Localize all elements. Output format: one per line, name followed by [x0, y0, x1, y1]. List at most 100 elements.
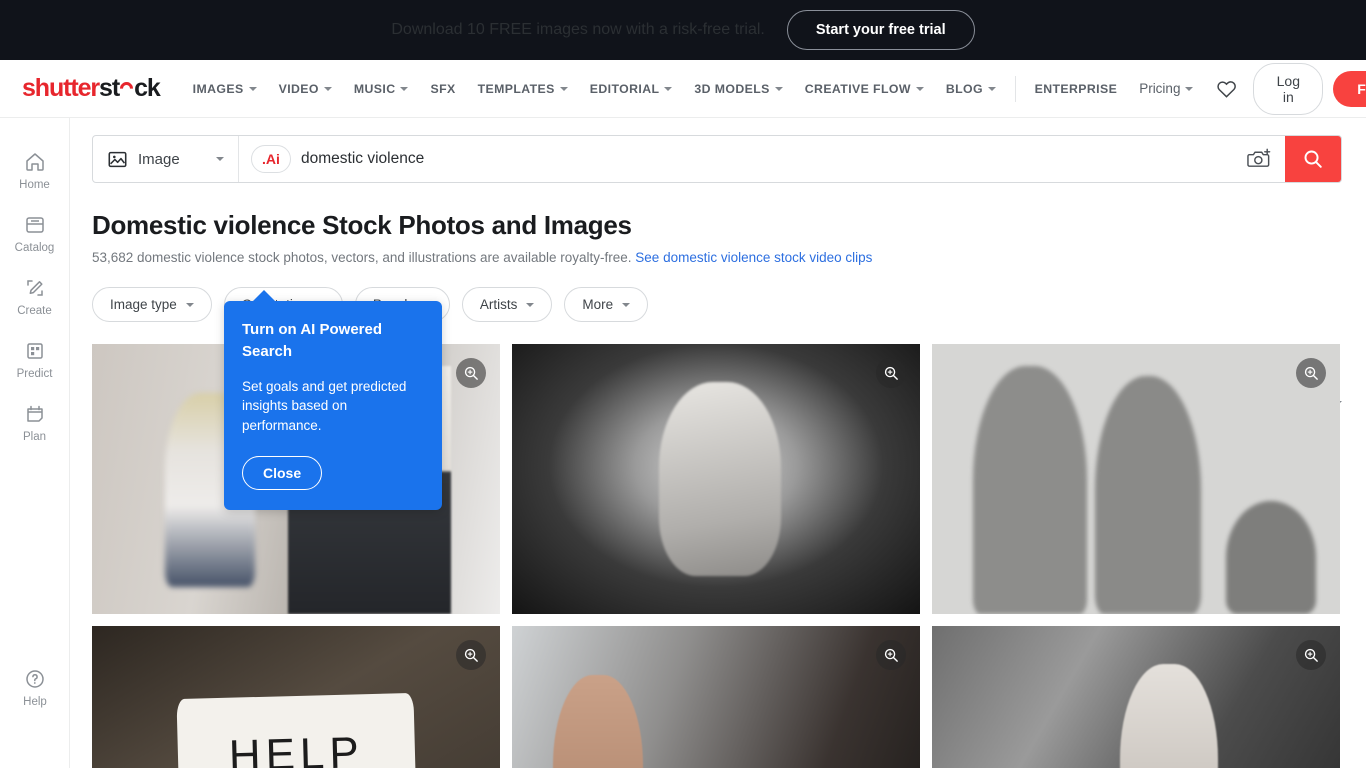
- chevron-down-icon: [664, 86, 673, 91]
- main-content: Image .Ai Domestic violenc: [70, 118, 1366, 768]
- promo-banner: Download 10 FREE images now with a risk-…: [0, 0, 1366, 60]
- zoom-in-icon[interactable]: [876, 640, 906, 670]
- result-thumbnail[interactable]: [512, 344, 920, 614]
- nav-item-blog[interactable]: BLOG: [935, 60, 1007, 118]
- tooltip-close-button[interactable]: Close: [242, 456, 323, 491]
- nav-item-images[interactable]: IMAGES: [182, 60, 268, 118]
- nav-item-pricing[interactable]: Pricing: [1128, 60, 1204, 118]
- tooltip-body: Set goals and get predicted insights bas…: [242, 378, 407, 434]
- sidebar-item-help[interactable]: Help: [0, 657, 70, 720]
- sidebar-item-label: Help: [23, 696, 47, 708]
- filter-more[interactable]: More: [564, 287, 649, 322]
- sidebar-item-label: Create: [17, 305, 52, 317]
- shutterstock-logo[interactable]: shutter st ck: [22, 74, 161, 103]
- sidebar-item-plan[interactable]: Plan: [0, 392, 70, 455]
- result-thumbnail[interactable]: [932, 626, 1340, 768]
- start-free-trial-button[interactable]: Start your free trial: [786, 10, 975, 50]
- results-subtitle: 53,682 domestic violence stock photos, v…: [92, 250, 1366, 265]
- create-icon: [26, 280, 43, 296]
- nav-item-creative-flow[interactable]: CREATIVE FLOW: [794, 60, 935, 118]
- nav-label: EDITORIAL: [589, 81, 660, 96]
- thumbnail-art: [932, 344, 1340, 614]
- chevron-down-icon: [1185, 86, 1194, 91]
- nav-label: IMAGES: [192, 81, 244, 96]
- promo-text: Download 10 FREE images now with a risk-…: [391, 21, 765, 38]
- filter-image-type[interactable]: Image type: [92, 287, 212, 322]
- sidebar-item-catalog[interactable]: Catalog: [0, 203, 70, 266]
- thumbnail-art: [512, 626, 920, 768]
- search-submit-button[interactable]: [1285, 136, 1341, 182]
- page-body: Home Catalog Create Predict Plan Help Im…: [0, 118, 1366, 768]
- thumbnail-art: HELP: [92, 626, 500, 768]
- search-type-select[interactable]: Image: [93, 136, 239, 182]
- result-thumbnail[interactable]: [512, 626, 920, 768]
- zoom-in-icon[interactable]: [456, 640, 486, 670]
- thumbnail-art: [512, 344, 920, 614]
- predict-icon: [26, 343, 43, 359]
- nav-item-sfx[interactable]: SFX: [419, 60, 466, 118]
- chevron-down-icon: [216, 157, 224, 161]
- nav-label: BLOG: [945, 81, 983, 96]
- plan-icon: [26, 405, 43, 422]
- chevron-down-icon: [323, 86, 332, 91]
- nav-divider: [1014, 75, 1016, 102]
- chevron-down-icon: [774, 86, 783, 91]
- login-button[interactable]: Log in: [1253, 62, 1324, 115]
- logo-part-2: st: [99, 74, 120, 102]
- thumbnail-sign-text: HELP: [176, 693, 416, 768]
- sidebar-item-label: Predict: [16, 368, 53, 380]
- filter-label: More: [582, 297, 614, 312]
- tooltip-title: Turn on AI Powered Search: [242, 321, 383, 360]
- nav-item-video[interactable]: VIDEO: [268, 60, 343, 118]
- zoom-in-icon[interactable]: [1296, 640, 1326, 670]
- sidebar-item-create[interactable]: Create: [0, 266, 70, 329]
- chevron-down-icon: [526, 302, 535, 307]
- filter-artists[interactable]: Artists: [461, 287, 553, 322]
- result-thumbnail[interactable]: HELP: [92, 626, 500, 768]
- ai-search-toggle[interactable]: .Ai: [251, 145, 291, 173]
- home-icon: [25, 153, 44, 171]
- search-input[interactable]: [301, 136, 1233, 182]
- chevron-down-icon: [400, 86, 409, 91]
- sidebar-item-predict[interactable]: Predict: [0, 329, 70, 392]
- main-nav: IMAGES VIDEO MUSIC SFX TEMPLATES EDITORI…: [182, 60, 1366, 118]
- sidebar-item-label: Plan: [22, 431, 47, 443]
- nav-item-music[interactable]: MUSIC: [343, 60, 420, 118]
- reverse-image-search-button[interactable]: [1233, 136, 1285, 182]
- thumbnail-art: [932, 626, 1340, 768]
- chevron-down-icon: [185, 302, 194, 307]
- video-clips-link[interactable]: See domestic violence stock video clips: [635, 250, 872, 265]
- zoom-in-icon[interactable]: [1296, 358, 1326, 388]
- zoom-in-icon[interactable]: [876, 358, 906, 388]
- filter-label: Artists: [479, 297, 518, 312]
- chevron-down-icon: [559, 86, 568, 91]
- chevron-down-icon: [915, 86, 924, 91]
- favorites-button[interactable]: [1204, 79, 1249, 98]
- sidebar-item-home[interactable]: Home: [0, 140, 70, 203]
- sidebar-item-label: Catalog: [14, 242, 55, 254]
- zoom-in-icon[interactable]: [456, 358, 486, 388]
- logo-part-3: ck: [134, 74, 161, 102]
- chevron-down-icon: [987, 86, 996, 91]
- nav-item-enterprise[interactable]: ENTERPRISE: [1024, 60, 1129, 118]
- left-sidebar: Home Catalog Create Predict Plan Help: [0, 118, 70, 768]
- sidebar-bottom: Help: [0, 657, 70, 720]
- nav-item-templates[interactable]: TEMPLATES: [467, 60, 579, 118]
- free-trial-button[interactable]: Free trial: [1333, 70, 1366, 107]
- nav-label: 3D MODELS: [694, 81, 770, 96]
- heart-icon: [1217, 81, 1237, 98]
- page-title: Domestic violence Stock Photos and Image…: [92, 210, 632, 240]
- nav-label: SFX: [430, 81, 456, 96]
- nav-item-editorial[interactable]: EDITORIAL: [579, 60, 684, 118]
- nav-label: MUSIC: [353, 81, 396, 96]
- nav-label: VIDEO: [278, 81, 319, 96]
- nav-label: ENTERPRISE: [1034, 81, 1118, 96]
- logo-part-1: shutter: [22, 74, 100, 102]
- result-thumbnail[interactable]: [932, 344, 1340, 614]
- search-type-label: Image: [138, 150, 180, 168]
- search-bar: Image .Ai: [92, 135, 1342, 183]
- nav-item-3d-models[interactable]: 3D MODELS: [683, 60, 793, 118]
- image-icon: [108, 151, 127, 167]
- chevron-down-icon: [622, 302, 631, 307]
- sidebar-item-label: Home: [19, 179, 50, 191]
